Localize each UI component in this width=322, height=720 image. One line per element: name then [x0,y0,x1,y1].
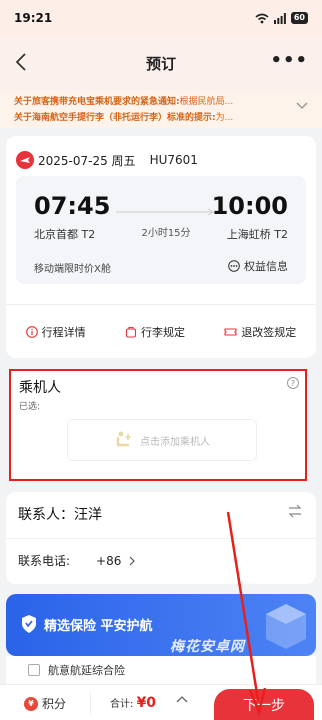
country-code-selector[interactable]: +86 [96,552,136,569]
add-passenger-label: 点击添加乘机人 [140,436,210,448]
signal-icon [273,12,286,24]
arrival-airport: 上海虹桥 T2 [226,228,288,241]
itinerary-details-link[interactable]: 行程详情 [25,324,86,340]
flight-number: HU7601 [149,153,198,167]
insurance-banner: 精选保险 平安护航 [6,594,316,656]
total-price: 合计: ¥0 [110,695,157,711]
more-menu-icon[interactable]: ••• [270,50,308,71]
chevron-down-icon[interactable] [296,102,308,110]
insurance-checkbox[interactable] [28,664,40,676]
fare-class: 移动端限时价X舱 [34,264,111,275]
rights-info-link[interactable]: 权益信息 [228,258,288,274]
passenger-title: 乘机人 [19,380,61,396]
flight-info: 07:45 10:00 北京首都 T2 2小时15分 上海虹桥 T2 移动端限时… [16,176,306,284]
notice-item[interactable]: 关于旅客携带充电宝乘机要求的紧急通知:根据民航局... [14,94,284,110]
total-amount: ¥0 [136,695,157,711]
phone-label: 联系电话: [18,554,71,568]
insurance-title: 精选保险 平安护航 [44,619,153,634]
notice-banner[interactable]: 关于旅客携带充电宝乘机要求的紧急通知:根据民航局... 关于海南航空手提行李（非… [0,90,322,128]
shield-icon [22,615,36,633]
passenger-section: 乘机人 已选: ? 点击添加乘机人 [9,369,307,481]
status-bar: 19:21 60 [0,0,322,36]
watermark: 梅花安卓网 [170,639,245,655]
route-arrow-icon [116,208,214,216]
rights-label: 权益信息 [244,260,288,273]
flight-date: 2025-07-25 周五 [38,153,136,168]
flight-card: 2025-07-25 周五 HU7601 07:45 10:00 北京首都 T2… [6,136,316,358]
coin-icon: ¥ [24,696,38,711]
notice-item[interactable]: 关于海南航空手提行李（非托运行李）标准的提示:为... [14,110,284,126]
departure-time: 07:45 [34,192,111,220]
nav-bar: 预订 ••• [0,36,322,90]
ticket-icon [224,328,237,336]
next-step-button[interactable]: 下一步 [214,689,314,720]
passenger-selected-label: 已选: [19,402,41,412]
points-button[interactable]: ¥ 积分 [24,695,66,712]
add-passenger-button[interactable]: 点击添加乘机人 [67,419,257,461]
departure-airport: 北京首都 T2 [34,228,96,241]
status-icons: 60 [255,12,308,24]
divider [6,538,316,539]
flight-links: 行程详情 行李规定 退改签规定 [6,312,316,352]
divider [6,304,316,305]
back-arrow-icon[interactable] [10,50,34,74]
arrival-time: 10:00 [211,192,288,220]
info-circle-icon [25,326,38,338]
insurance-item-label: 航意航延综合险 [48,664,125,677]
flight-header: 2025-07-25 周五 HU7601 [6,136,316,174]
luggage-icon [125,326,137,338]
contact-name[interactable]: 联系人：汪洋 [18,504,102,524]
chevron-right-icon [129,556,136,565]
contact-section: 联系人：汪洋 联系电话: +86 [6,492,316,584]
dots-circle-icon [228,260,240,272]
flight-duration: 2小时15分 [141,228,191,239]
status-time: 19:21 [14,11,53,25]
chevron-up-icon[interactable] [176,695,188,703]
airline-plane-icon [16,151,34,169]
divider [90,691,91,715]
wifi-icon [255,13,269,23]
baggage-rules-link[interactable]: 行李规定 [125,324,185,340]
insurance-item[interactable]: 航意航延综合险 [6,656,316,684]
swap-icon[interactable] [288,504,302,518]
battery-icon: 60 [290,12,308,24]
contact-phone-row: 联系电话: +86 [18,552,136,569]
refund-change-rules-link[interactable]: 退改签规定 [224,324,296,340]
help-icon[interactable]: ? [287,377,299,389]
bottom-bar: ¥ 积分 合计: ¥0 下一步 [0,684,322,720]
add-person-seat-icon [116,431,131,447]
